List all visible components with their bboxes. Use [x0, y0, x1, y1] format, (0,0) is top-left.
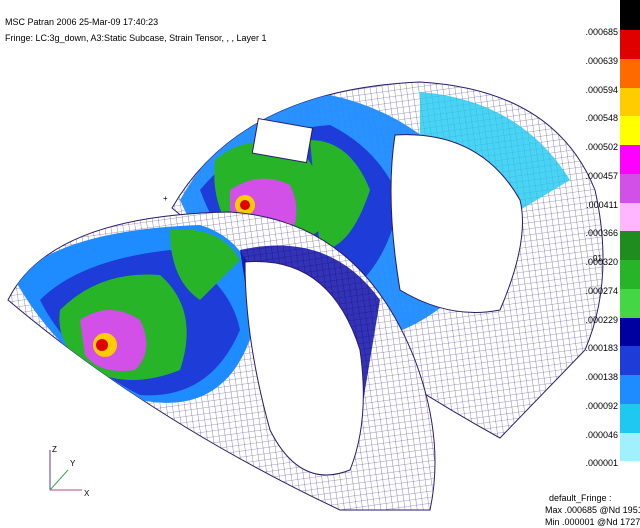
spectrum-value-label: .000548 — [585, 113, 618, 124]
spectrum-value-label: .000594 — [585, 84, 618, 95]
triad-x-label: X — [84, 489, 90, 498]
triad-z-label: Z — [52, 445, 57, 454]
spectrum-value-label: .000092 — [585, 400, 618, 411]
spectrum-value-label: .000046 — [585, 429, 618, 440]
spectrum-value-label: .000639 — [585, 55, 618, 66]
spectrum-value-label: .000411 — [586, 199, 618, 210]
spectrum-swatch — [620, 116, 640, 145]
spectrum-swatch — [620, 58, 640, 88]
spectrum-value-label: .000001 — [585, 458, 618, 469]
spectrum-swatch — [620, 432, 640, 462]
graphics-viewport[interactable]: MSC Patran 2006 25-Mar-09 17:40:23 Fring… — [0, 0, 640, 527]
spectrum-swatch — [620, 403, 640, 433]
spectrum-value-label: .000366 — [585, 228, 618, 239]
spectrum-swatch — [620, 375, 640, 404]
spectrum-swatch — [620, 87, 640, 117]
fringe-spectrum-bar — [620, 0, 640, 490]
spectrum-value-label: .000457 — [585, 170, 618, 181]
spectrum-swatch — [620, 30, 640, 59]
spectrum-value-label: .000274 — [585, 285, 618, 296]
fringe-max: Max .000685 @Nd 19513 — [545, 505, 640, 515]
spectrum-value-label: .000685 — [585, 27, 618, 37]
spectrum-swatch — [620, 461, 640, 490]
spectrum-value-label: .000502 — [585, 142, 618, 152]
spectrum-swatch — [620, 202, 640, 232]
spectrum-swatch — [620, 260, 640, 289]
spectrum-top-swatch — [620, 0, 640, 30]
spectrum-value-label: .000138 — [585, 372, 618, 382]
spectrum-swatch — [620, 231, 640, 260]
origin-cross: + — [163, 194, 168, 203]
spectrum-swatch — [620, 145, 640, 174]
spectrum-swatch — [620, 317, 640, 347]
fringe-min: Min .000001 @Nd 17277 — [545, 517, 640, 527]
spectrum-value-label: .000320 — [585, 257, 618, 267]
spectrum-swatch — [620, 346, 640, 375]
triad-y-label: Y — [70, 459, 76, 468]
spectrum-value-label: .000183 — [585, 343, 618, 354]
fringe-name: default_Fringe : — [549, 493, 612, 503]
fringe-plot[interactable]: 01 + Z Y X — [0, 0, 620, 525]
spectrum-value-label: .000229 — [585, 314, 618, 325]
spectrum-swatch — [620, 173, 640, 203]
spectrum-swatch — [620, 288, 640, 318]
coordinate-triad: Z Y X — [49, 445, 90, 498]
